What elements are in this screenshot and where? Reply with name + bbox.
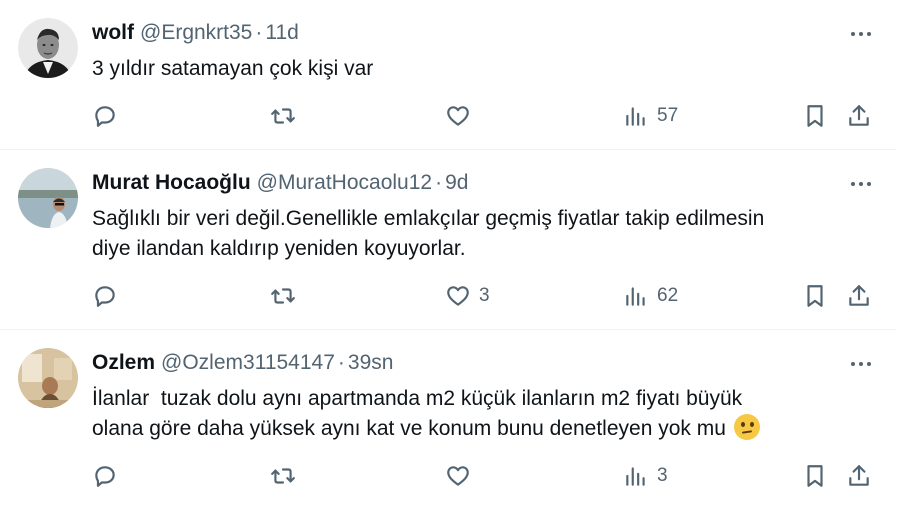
bookmark-button[interactable] [802, 279, 828, 313]
tweet-text-line: İlanlar tuzak dolu aynı apartmanda m2 kü… [92, 387, 743, 410]
more-options-button[interactable] [848, 354, 874, 374]
tweet-text: 3 yıldır satamayan çok kişi var [92, 54, 882, 84]
bookmark-button[interactable] [802, 99, 828, 133]
retweet-icon [271, 468, 295, 484]
tweet-text-line: 3 yıldır satamayan çok kişi var [92, 57, 374, 80]
heart-icon [447, 466, 469, 486]
tweet-header: wolf @Ergnkrt35 · 11d [92, 20, 299, 46]
tweet[interactable]: wolf @Ergnkrt35 · 11d 3 yıldır satamayan ço… [0, 0, 896, 150]
separator: · [435, 171, 443, 194]
heart-icon [447, 286, 469, 306]
share-icon [849, 285, 869, 306]
view-count: 3 [657, 465, 668, 486]
tweet[interactable]: Ozlem @Ozlem31154147 · 39sn İlanlar tuzak d… [0, 330, 896, 506]
bookmark-icon [807, 105, 823, 127]
timestamp[interactable]: 39sn [348, 351, 394, 374]
reply-button[interactable] [92, 99, 126, 133]
like-button[interactable] [445, 459, 479, 493]
separator: · [255, 21, 263, 44]
analytics-icon [626, 287, 645, 306]
tweet-text: İlanlar tuzak dolu aynı apartmanda m2 kü… [92, 384, 882, 444]
bookmark-icon [807, 465, 823, 487]
reply-icon [95, 466, 115, 487]
retweet-button[interactable] [270, 99, 304, 133]
reply-button[interactable] [92, 279, 126, 313]
like-button[interactable] [445, 99, 479, 133]
like-button[interactable]: 3 [445, 279, 490, 313]
view-count: 57 [657, 105, 679, 126]
tweet-text: Sağlıklı bir veri değil.Genellikle emlak… [92, 204, 882, 264]
avatar[interactable] [18, 18, 78, 78]
action-bar: 3 [0, 459, 896, 493]
bookmark-button[interactable] [802, 459, 828, 493]
tweet-text-line-wrap: olana göre daha yüksek aynı kat ve konum… [92, 414, 882, 444]
heart-icon [447, 106, 469, 126]
share-button[interactable] [846, 279, 872, 313]
tweet-text-line: Sağlıklı bir veri değil.Genellikle emlak… [92, 207, 765, 230]
share-icon [849, 465, 869, 486]
share-icon [849, 105, 869, 126]
action-bar: 3 62 [0, 279, 896, 313]
display-name[interactable]: wolf [92, 21, 134, 44]
confused-face-emoji-icon [733, 414, 760, 440]
action-bar: 57 [0, 99, 896, 133]
user-handle[interactable]: @Ozlem31154147 [161, 351, 335, 374]
tweet-text-line: olana göre daha yüksek aynı kat ve konum… [92, 417, 726, 440]
retweet-icon [271, 288, 295, 304]
display-name[interactable]: Ozlem [92, 351, 155, 374]
views-button[interactable]: 62 [623, 279, 678, 313]
view-count: 62 [657, 285, 679, 306]
views-button[interactable]: 57 [623, 99, 678, 133]
user-handle[interactable]: @Ergnkrt35 [140, 21, 252, 44]
avatar[interactable] [18, 348, 78, 408]
views-button[interactable]: 3 [623, 459, 668, 493]
more-options-button[interactable] [848, 24, 874, 44]
display-name[interactable]: Murat Hocaoğlu [92, 171, 251, 194]
retweet-button[interactable] [270, 459, 304, 493]
more-options-button[interactable] [848, 174, 874, 194]
tweet-text-line: diye ilandan kaldırıp yeniden koyuyorlar… [92, 237, 466, 260]
reply-button[interactable] [92, 459, 126, 493]
reply-icon [95, 286, 115, 307]
avatar[interactable] [18, 168, 78, 228]
like-count: 3 [479, 285, 490, 306]
analytics-icon [626, 107, 645, 126]
separator: · [337, 351, 345, 374]
timestamp[interactable]: 11d [265, 21, 298, 44]
reply-icon [95, 106, 115, 127]
analytics-icon [626, 467, 645, 486]
user-handle[interactable]: @MuratHocaolu12 [257, 171, 432, 194]
tweet-header: Murat Hocaoğlu @MuratHocaolu12 · 9d [92, 170, 468, 196]
share-button[interactable] [846, 459, 872, 493]
retweet-icon [271, 108, 295, 124]
tweet-header: Ozlem @Ozlem31154147 · 39sn [92, 350, 393, 376]
share-button[interactable] [846, 99, 872, 133]
retweet-button[interactable] [270, 279, 304, 313]
tweet[interactable]: Murat Hocaoğlu @MuratHocaolu12 · 9d Sağlıkl… [0, 150, 896, 330]
bookmark-icon [807, 285, 823, 307]
timestamp[interactable]: 9d [445, 171, 468, 194]
